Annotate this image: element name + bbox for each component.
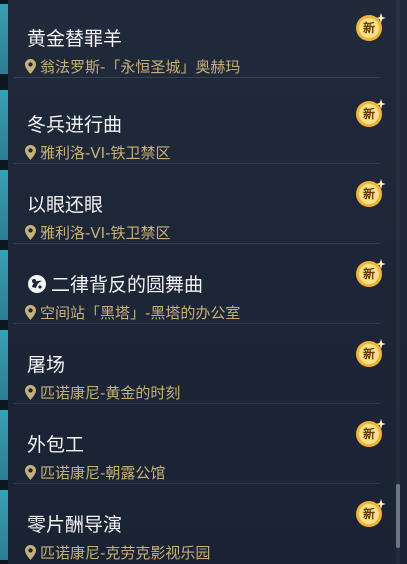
- new-badge: 新: [354, 258, 388, 290]
- divider: [14, 243, 380, 244]
- quest-title: 零片酬导演: [27, 514, 123, 536]
- new-badge-label: 新: [362, 187, 375, 201]
- new-badge: 新: [354, 12, 388, 44]
- quest-item-0[interactable]: 黄金替罪羊 翁法罗斯-「永恒圣城」奥赫玛 新: [0, 0, 386, 78]
- quest-title: 屠场: [27, 354, 66, 376]
- quest-item-5[interactable]: 外包工 匹诺康尼-朝露公馆 新: [0, 406, 386, 484]
- new-badge: 新: [354, 418, 388, 450]
- scrollbar-thumb[interactable]: [396, 484, 400, 548]
- location-pin-icon: [25, 385, 36, 400]
- quest-location: 匹诺康尼-朝露公馆: [25, 464, 165, 482]
- location-pin-icon: [25, 305, 36, 320]
- quest-location: 翁法罗斯-「永恒圣城」奥赫玛: [25, 58, 240, 76]
- location-pin-icon: [25, 545, 36, 560]
- new-badge-label: 新: [362, 21, 375, 35]
- divider: [14, 163, 380, 164]
- new-badge-label: 新: [362, 347, 375, 361]
- new-badge-label: 新: [362, 267, 375, 281]
- quest-title: 冬兵进行曲: [27, 114, 123, 136]
- divider: [14, 483, 380, 484]
- scrollbar-track[interactable]: [396, 0, 400, 564]
- divider: [14, 403, 380, 404]
- quest-title: 外包工: [27, 434, 85, 456]
- quest-list: 黄金替罪羊 翁法罗斯-「永恒圣城」奥赫玛 新 冬兵进行曲 雅利洛-VI-铁卫禁区: [0, 0, 392, 564]
- quest-location: 匹诺康尼-黄金的时刻: [25, 384, 180, 402]
- quest-accent-bar: [0, 4, 8, 74]
- location-pin-icon: [25, 465, 36, 480]
- quest-title: 黄金替罪羊: [27, 28, 123, 50]
- companion-quest-icon: [28, 275, 46, 293]
- new-badge: 新: [354, 498, 388, 530]
- quest-location: 匹诺康尼-克劳克影视乐园: [25, 544, 210, 562]
- location-pin-icon: [25, 145, 36, 160]
- location-pin-icon: [25, 225, 36, 240]
- new-badge: 新: [354, 178, 388, 210]
- quest-item-4[interactable]: 屠场 匹诺康尼-黄金的时刻 新: [0, 326, 386, 404]
- quest-item-2[interactable]: 以眼还眼 雅利洛-VI-铁卫禁区 新: [0, 166, 386, 244]
- quest-item-3[interactable]: 二律背反的圆舞曲 空间站「黑塔」-黑塔的办公室 新: [0, 246, 386, 324]
- quest-panel: 黄金替罪羊 翁法罗斯-「永恒圣城」奥赫玛 新 冬兵进行曲 雅利洛-VI-铁卫禁区: [0, 0, 407, 564]
- new-badge-label: 新: [362, 427, 375, 441]
- quest-item-6[interactable]: 零片酬导演 匹诺康尼-克劳克影视乐园 新: [0, 486, 386, 564]
- quest-title: 以眼还眼: [27, 194, 104, 216]
- quest-accent-bar: [0, 490, 8, 560]
- quest-location: 雅利洛-VI-铁卫禁区: [25, 224, 171, 242]
- quest-accent-bar: [0, 250, 8, 320]
- quest-location: 空间站「黑塔」-黑塔的办公室: [25, 304, 240, 322]
- new-badge-label: 新: [362, 507, 375, 521]
- location-pin-icon: [25, 59, 36, 74]
- quest-accent-bar: [0, 410, 8, 480]
- divider: [14, 323, 380, 324]
- new-badge: 新: [354, 98, 388, 130]
- quest-accent-bar: [0, 90, 8, 160]
- new-badge-label: 新: [362, 107, 375, 121]
- quest-title: 二律背反的圆舞曲: [27, 274, 203, 296]
- quest-location: 雅利洛-VI-铁卫禁区: [25, 144, 171, 162]
- new-badge: 新: [354, 338, 388, 370]
- divider: [14, 77, 380, 78]
- quest-item-1[interactable]: 冬兵进行曲 雅利洛-VI-铁卫禁区 新: [0, 86, 386, 164]
- quest-accent-bar: [0, 170, 8, 240]
- quest-accent-bar: [0, 330, 8, 400]
